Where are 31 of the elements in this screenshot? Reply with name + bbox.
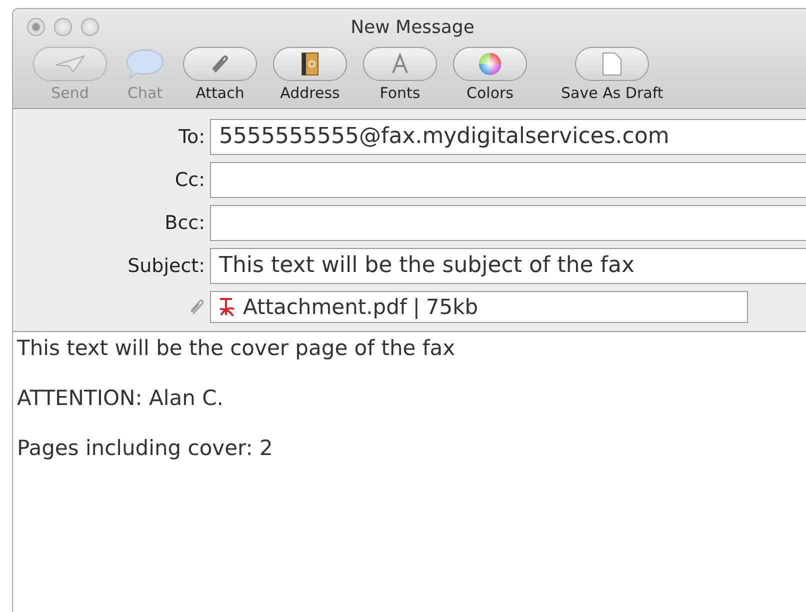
- minimize-button[interactable]: [54, 18, 72, 36]
- input-field[interactable]: This text will be the subject of the fax: [210, 248, 806, 284]
- attachment-field[interactable]: Attachment.pdf | 75kb: [210, 291, 748, 323]
- toolbar-button[interactable]: Address: [267, 47, 353, 102]
- body-line: ATTENTION: Alan C.: [17, 386, 224, 410]
- attachment-size: 75kb: [426, 295, 478, 319]
- field-label: To:: [178, 126, 205, 148]
- close-button[interactable]: [27, 18, 45, 36]
- book-icon: [301, 52, 319, 76]
- color-wheel-icon: [478, 52, 502, 76]
- body-line: This text will be the cover page of the fax: [17, 336, 456, 360]
- field-label: Bcc:: [164, 212, 205, 234]
- toolbar-button[interactable]: Colors: [447, 47, 533, 102]
- attachment-name: Attachment.pdf: [243, 295, 407, 319]
- message-body[interactable]: This text will be the cover page of the fax ATTENTION: Alan C. Pages including cover: 2: [13, 332, 806, 612]
- paper-plane-icon: [53, 53, 87, 75]
- input-field[interactable]: [210, 162, 806, 198]
- toolbar-button[interactable]: Save As Draft: [555, 47, 670, 102]
- paperclip-icon: [189, 298, 205, 316]
- toolbar-button[interactable]: Attach: [177, 47, 263, 102]
- field-label: Cc:: [174, 169, 205, 191]
- document-icon: [602, 52, 622, 76]
- body-line: Pages including cover: 2: [17, 436, 274, 460]
- field-label: Subject:: [126, 255, 205, 277]
- input-field[interactable]: [210, 205, 806, 241]
- zoom-button[interactable]: [81, 18, 99, 36]
- toolbar-button[interactable]: Fonts: [357, 47, 443, 102]
- window-title: New Message: [350, 16, 474, 38]
- separator: |: [412, 295, 420, 319]
- input-field[interactable]: 5555555555@fax.mydigitalservices.com: [210, 119, 806, 155]
- pdf-icon: [217, 296, 237, 318]
